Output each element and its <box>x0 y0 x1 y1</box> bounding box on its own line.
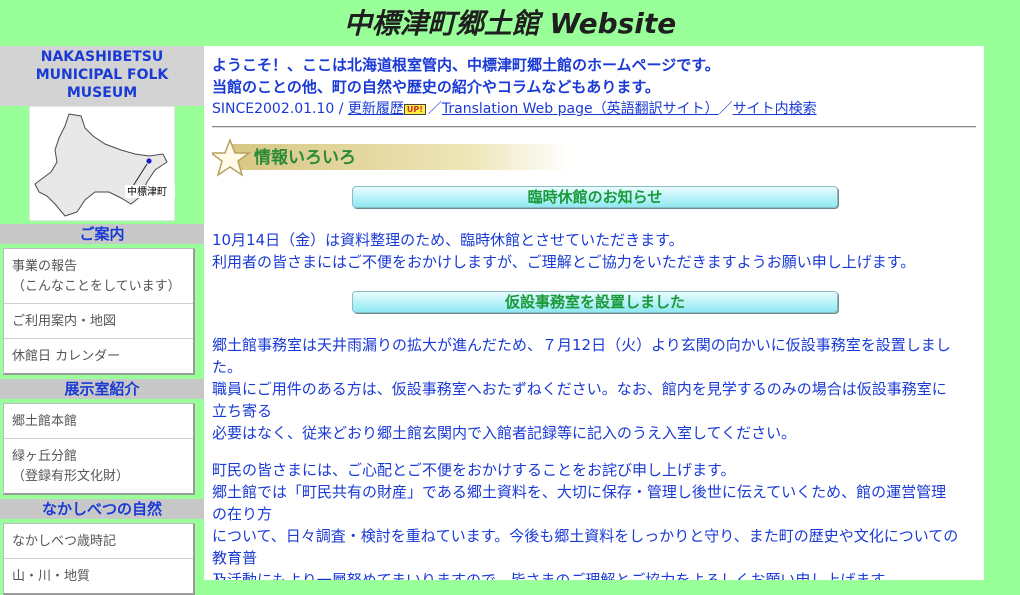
sidebar-item-midorigaoka-branch[interactable]: 緑ヶ丘分館 （登録有形文化財） <box>4 439 193 493</box>
separator: ／ <box>427 101 442 117</box>
section-heading: 情報いろいろ <box>254 148 356 168</box>
notice-line: 郷土館事務室は天井雨漏りの拡大が進んだため、７月12日（火）より玄関の向かいに仮… <box>212 336 951 354</box>
up-badge-icon: UP! <box>403 103 426 115</box>
since-date: SINCE2002.01.10 / <box>212 101 344 117</box>
sidebar-section-exhibits: 展示室紹介 <box>0 379 204 399</box>
sidebar-item-usage-guide[interactable]: ご利用案内・地図 <box>4 304 193 339</box>
sidebar-section-nature: なかしべつの自然 <box>0 499 204 519</box>
site-search-link[interactable]: サイト内検索 <box>733 101 817 117</box>
section-heading-banner: 情報いろいろ <box>212 138 572 180</box>
separator: ／ <box>718 101 733 117</box>
notice-line: 教育普 <box>212 549 258 567</box>
sidebar: NAKASHIBETSU MUNICIPAL FOLK MUSEUM 中標津町 … <box>0 46 204 595</box>
museum-name-line: NAKASHIBETSU <box>40 49 164 65</box>
nav-group-exhibits: 郷土館本館 緑ヶ丘分館 （登録有形文化財） <box>3 403 195 495</box>
notice-line: 立ち寄る <box>212 402 273 420</box>
museum-name-line: MUNICIPAL FOLK <box>35 67 169 83</box>
nav-group-nature: なかしべつ歳時記 山・川・地質 <box>3 523 195 595</box>
intro-text: ようこそ！、ここは北海道根室管内、中標津町郷土館のホームページです。 当館のこと… <box>204 46 984 98</box>
notice-title-closure: 臨時休館のお知らせ <box>352 186 838 208</box>
notice-line: 職員にご用件のある方は、仮設事務室へおたずねください。なお、館内を見学するのみの… <box>212 380 947 398</box>
sidebar-item-main-building[interactable]: 郷土館本館 <box>4 404 193 439</box>
update-history-link[interactable]: 更新履歴 <box>348 101 404 117</box>
hokkaido-map-image: 中標津町 <box>29 106 175 221</box>
sidebar-item-label: 事業の報告 <box>12 259 78 274</box>
nav-group-guide: 事業の報告 （こんなことをしています） ご利用案内・地図 休館日 カレンダー <box>3 248 195 375</box>
notice-line: の在り方 <box>212 505 273 523</box>
translation-link[interactable]: Translation Web page（英語翻訳サイト） <box>442 101 719 117</box>
sidebar-section-guide: ご案内 <box>0 224 204 244</box>
divider <box>212 126 976 128</box>
notice-body-closure: 10月14日（金）は資料整理のため、臨時休館とさせていただきます。 利用者の皆さ… <box>212 229 978 273</box>
intro-line: ようこそ！、ここは北海道根室管内、中標津町郷土館のホームページです。 <box>212 56 720 74</box>
sidebar-item-geology[interactable]: 山・川・地質 <box>4 559 193 593</box>
hokkaido-map[interactable]: 中標津町 <box>0 106 204 224</box>
notice-line: 及活動にもより一層努めてまいりますので、皆さまのご理解とご協力をよろしくお願い申… <box>212 571 899 580</box>
notice-line: 町民の皆さまには、ご心配とご不便をおかけすることをお詫び申し上げます。 <box>212 461 736 479</box>
notice-title-temp-office: 仮設事務室を設置しました <box>352 291 838 313</box>
sidebar-item-label: 緑ヶ丘分館 <box>12 449 78 464</box>
notice-line: 郷土館では「町民共有の財産」である郷土資料を、大切に保存・管理し後世に伝えていく… <box>212 483 947 501</box>
notice-line: 利用者の皆さまにはご不便をおかけしますが、ご理解とご協力をいただきますようお願い… <box>212 253 916 271</box>
sidebar-item-sublabel: （こんなことをしています） <box>12 279 181 294</box>
intro-line: 当館のことの他、町の自然や歴史の紹介やコラムなどもあります。 <box>212 78 660 96</box>
museum-name-box: NAKASHIBETSU MUNICIPAL FOLK MUSEUM <box>0 46 204 106</box>
sidebar-item-seasonal-diary[interactable]: なかしべつ歳時記 <box>4 524 193 559</box>
main-content: ようこそ！、ここは北海道根室管内、中標津町郷土館のホームページです。 当館のこと… <box>204 46 984 580</box>
sidebar-item-sublabel: （登録有形文化財） <box>12 469 130 484</box>
since-line: SINCE2002.01.10 / 更新履歴 UP! ／Translation We… <box>204 98 984 120</box>
notice-line: 10月14日（金）は資料整理のため、臨時休館とさせていただきます。 <box>212 231 684 249</box>
museum-name-line: MUSEUM <box>66 85 138 101</box>
sidebar-item-closed-days-calendar[interactable]: 休館日 カレンダー <box>4 339 193 373</box>
sidebar-item-activity-report[interactable]: 事業の報告 （こんなことをしています） <box>4 249 193 304</box>
map-label: 中標津町 <box>127 185 167 198</box>
notice-line: について、日々調査・検討を重ねています。今後も郷土資料をしっかりと守り、また町の… <box>212 527 959 545</box>
notice-body-temp-office: 郷土館事務室は天井雨漏りの拡大が進んだため、７月12日（火）より玄関の向かいに仮… <box>212 334 978 580</box>
notice-line: 必要はなく、従来どおり郷土館玄関内で入館者記録等に記入のうえ入室してください。 <box>212 424 797 442</box>
site-title: 中標津町郷土館 Website <box>343 7 677 40</box>
notice-line: た。 <box>212 358 243 376</box>
